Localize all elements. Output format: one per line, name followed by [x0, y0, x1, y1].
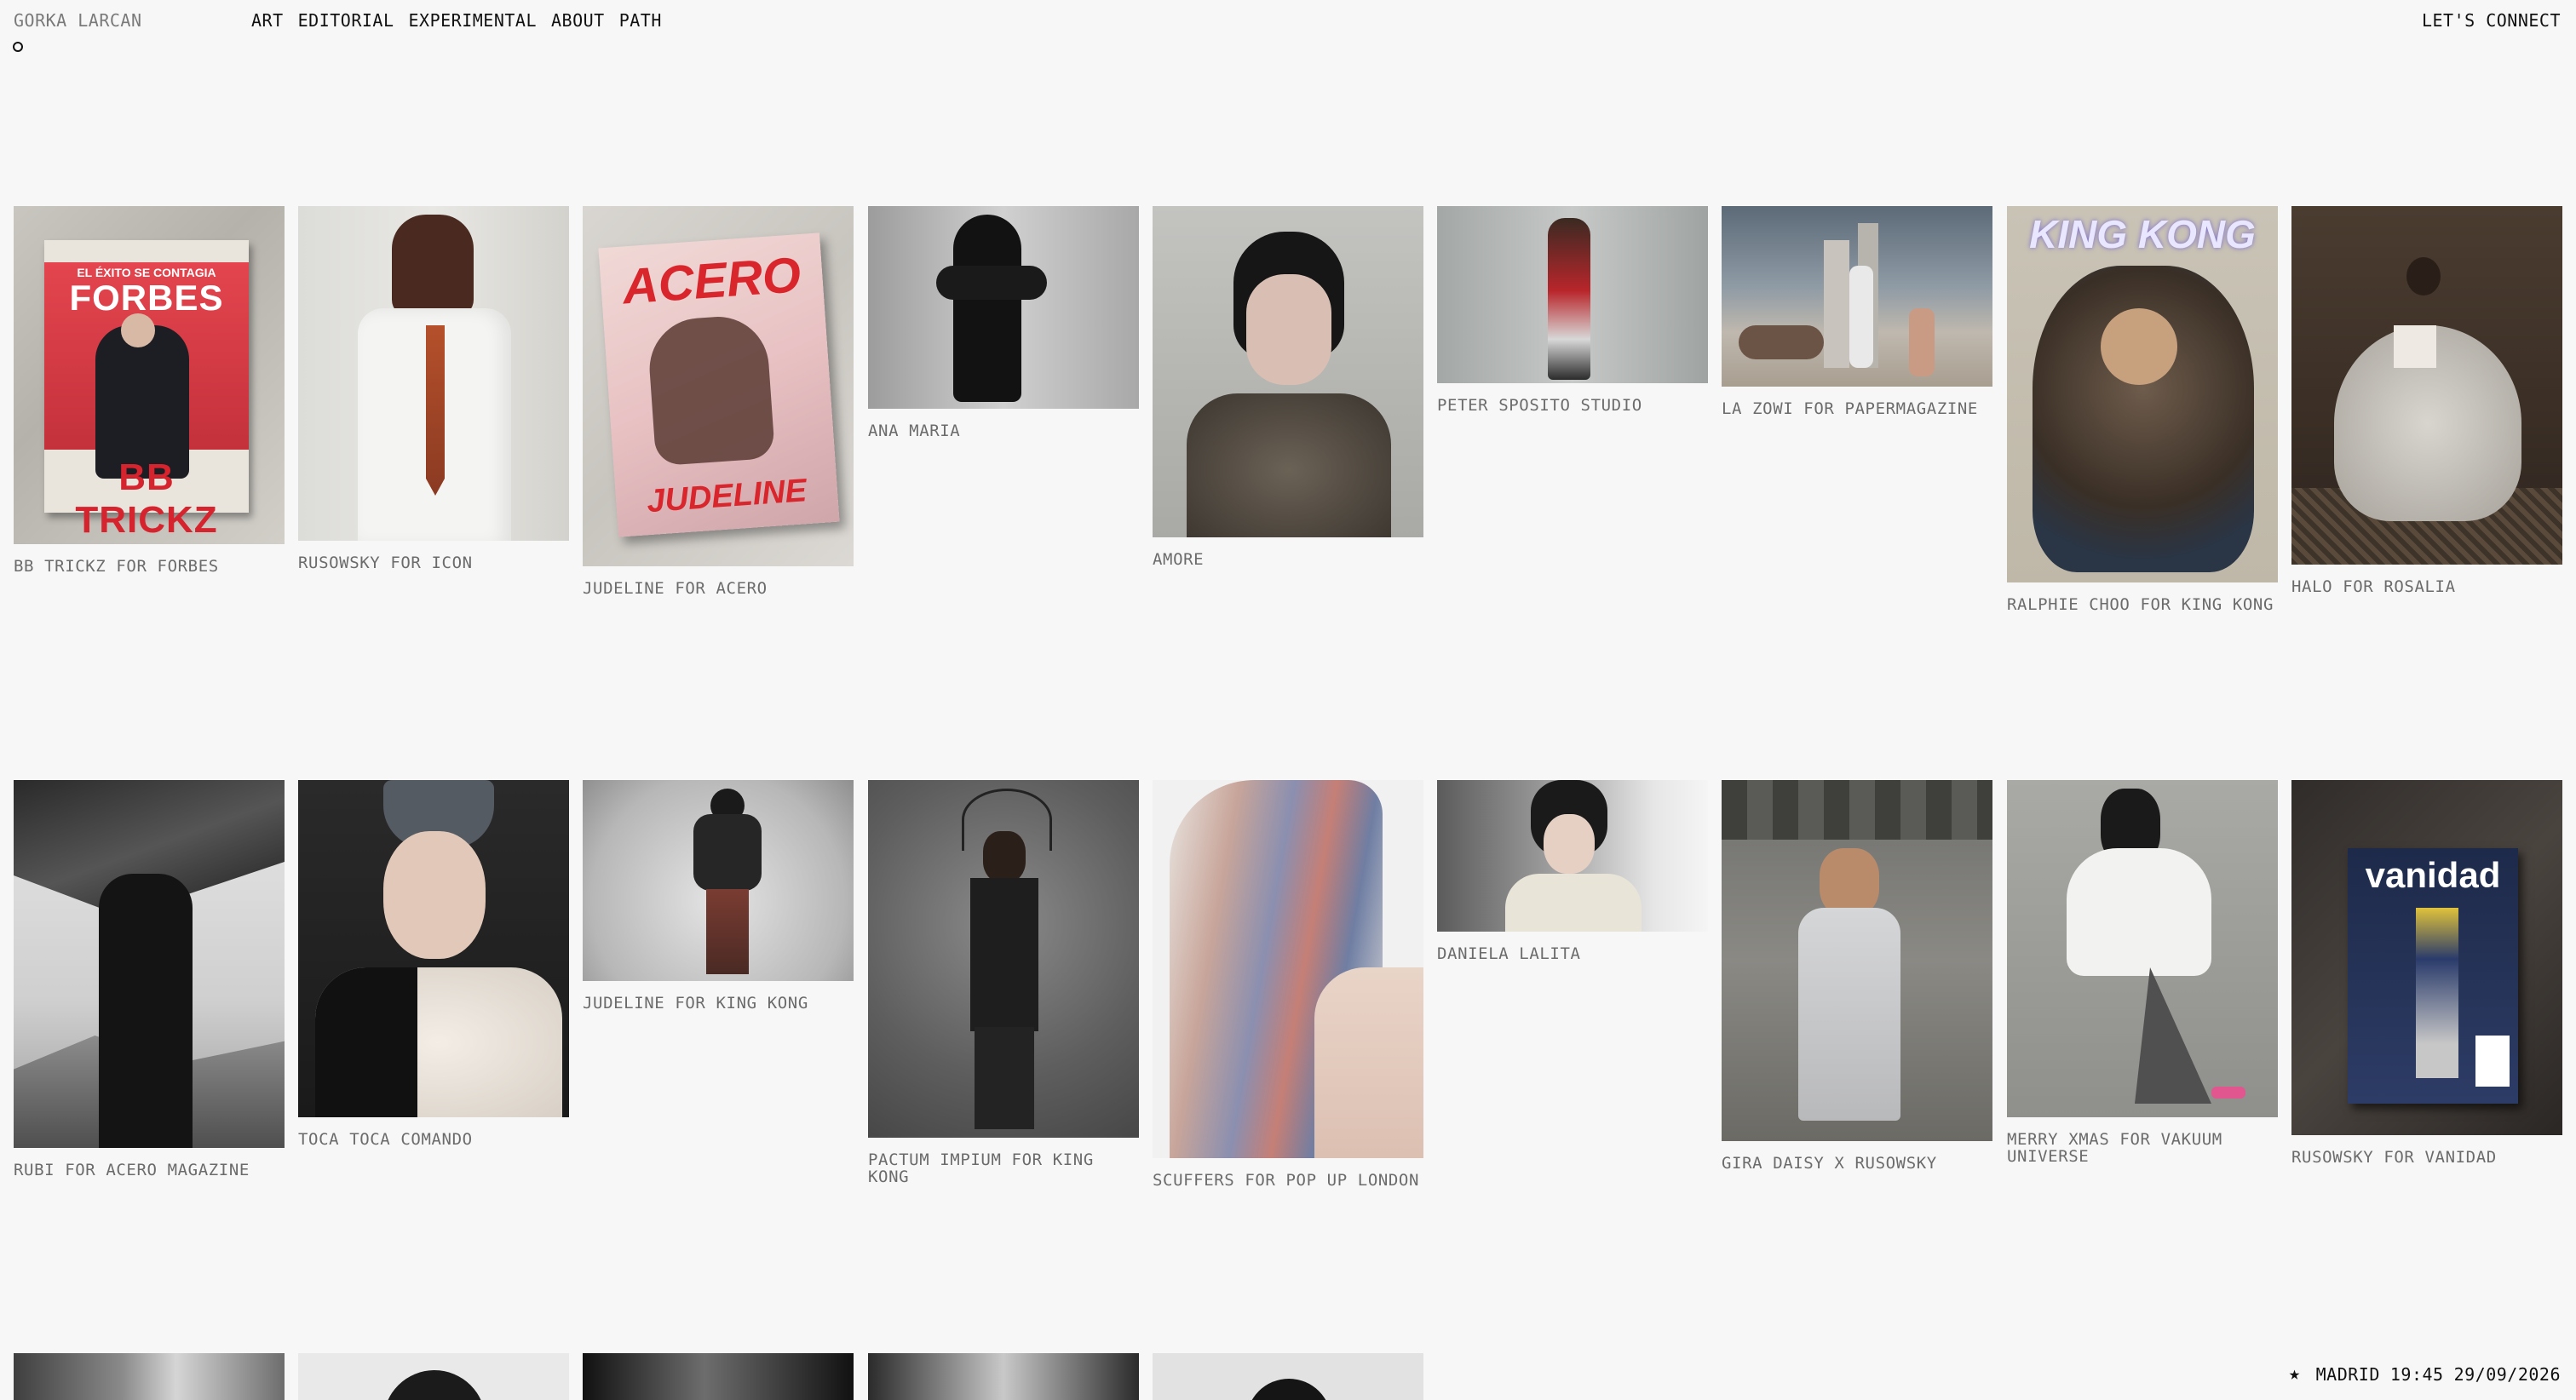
footer-date: 29/09/2026 — [2453, 1363, 2561, 1385]
project-image — [2007, 780, 2278, 1117]
project-caption: DANIELA LALITA — [1437, 944, 1581, 963]
project-caption: RUSOWSKY FOR VANIDAD — [2291, 1148, 2497, 1167]
project-card[interactable]: vanidad RUSOWSKY FOR VANIDAD — [2291, 780, 2562, 1166]
project-image — [1153, 206, 1423, 537]
project-caption: GIRA DAISY X RUSOWSKY — [1722, 1154, 1937, 1173]
project-caption: PACTUM IMPIUM FOR KING KONG — [868, 1150, 1094, 1186]
project-image — [868, 1353, 1139, 1400]
project-image — [14, 1353, 285, 1400]
project-caption: RUSOWSKY FOR ICON — [298, 554, 473, 572]
footer-time: 19:45 — [2389, 1363, 2444, 1385]
project-caption: HALO FOR ROSALIA — [2291, 577, 2456, 596]
cover-subtitle: JUDELINE — [645, 473, 808, 520]
project-caption: JUDELINE FOR ACERO — [583, 579, 768, 598]
project-image — [583, 780, 854, 981]
project-caption: TOCA TOCA COMANDO — [298, 1130, 473, 1149]
project-caption: BB TRICKZ FOR FORBES — [14, 557, 219, 576]
project-image — [868, 206, 1139, 409]
project-card[interactable]: EL ÉXITO SE CONTAGIA FORBES BB TRICKZ BB… — [14, 206, 285, 575]
project-card[interactable]: ANA MARIA — [868, 206, 1139, 439]
project-card[interactable]: PACTUM IMPIUM FOR KING KONG — [868, 780, 1139, 1185]
project-card[interactable]: ACERO JUDELINE JUDELINE FOR ACERO — [583, 206, 854, 597]
cover-subtitle: BB TRICKZ — [75, 456, 218, 541]
project-card[interactable]: HALO FOR ROSALIA — [2291, 206, 2562, 595]
project-card[interactable]: AMORE — [1153, 206, 1423, 568]
project-caption: RALPHIE CHOO FOR KING KONG — [2007, 595, 2274, 614]
project-image — [2291, 206, 2562, 565]
project-image: vanidad — [2291, 780, 2562, 1135]
project-caption: PETER SPOSITO STUDIO — [1437, 396, 1642, 415]
footer-status: ★ MADRID 19:45 29/09/2026 — [2289, 1363, 2561, 1385]
project-caption: RUBI FOR ACERO MAGAZINE — [14, 1161, 250, 1179]
project-card[interactable] — [298, 1353, 569, 1400]
project-caption: ANA MARIA — [868, 422, 961, 440]
project-image — [1437, 780, 1708, 932]
project-card[interactable] — [14, 1353, 285, 1400]
project-card[interactable]: GIRA DAISY X RUSOWSKY — [1722, 780, 1992, 1172]
project-image — [298, 780, 569, 1117]
project-caption: AMORE — [1153, 550, 1205, 569]
project-card[interactable]: PETER SPOSITO STUDIO — [1437, 206, 1708, 414]
cover-title: vanidad — [2365, 855, 2501, 895]
project-image — [1437, 206, 1708, 383]
project-card[interactable]: MERRY XMAS FOR VAKUUM UNIVERSE — [2007, 780, 2278, 1165]
project-card[interactable] — [583, 1353, 854, 1400]
project-image — [1722, 206, 1992, 387]
project-card[interactable] — [1153, 1353, 1423, 1400]
project-caption: SCUFFERS FOR POP UP LONDON — [1153, 1171, 1420, 1190]
project-card[interactable]: KING KONG RALPHIE CHOO FOR KING KONG — [2007, 206, 2278, 613]
project-card[interactable]: DANIELA LALITA — [1437, 780, 1708, 962]
project-card[interactable]: JUDELINE FOR KING KONG — [583, 780, 854, 1012]
project-image — [583, 1353, 854, 1400]
project-card[interactable]: TOCA TOCA COMANDO — [298, 780, 569, 1148]
project-image — [1153, 1353, 1423, 1400]
cover-title: FORBES — [69, 278, 224, 318]
project-image — [298, 206, 569, 541]
project-card[interactable]: LA ZOWI FOR PAPERMAGAZINE — [1722, 206, 1992, 417]
cover-title: KING KONG — [2029, 212, 2256, 256]
project-grid: EL ÉXITO SE CONTAGIA FORBES BB TRICKZ BB… — [0, 0, 2576, 1400]
project-image — [868, 780, 1139, 1138]
project-image: EL ÉXITO SE CONTAGIA FORBES BB TRICKZ — [14, 206, 285, 544]
project-card[interactable]: SCUFFERS FOR POP UP LONDON — [1153, 780, 1423, 1189]
project-card[interactable]: RUBI FOR ACERO MAGAZINE — [14, 780, 285, 1179]
project-image — [1153, 780, 1423, 1158]
project-image — [14, 780, 285, 1148]
star-icon: ★ — [2288, 1363, 2301, 1385]
project-caption: JUDELINE FOR KING KONG — [583, 994, 808, 1013]
project-image: ACERO JUDELINE — [583, 206, 854, 566]
project-caption: LA ZOWI FOR PAPERMAGAZINE — [1722, 399, 1978, 418]
footer-city: MADRID — [2315, 1363, 2380, 1385]
cover-title: ACERO — [620, 247, 803, 315]
portfolio-page: GORKA LARCAN ART EDITORIAL EXPERIMENTAL … — [0, 0, 2576, 1400]
project-image: KING KONG — [2007, 206, 2278, 582]
project-image — [298, 1353, 569, 1400]
project-card[interactable] — [868, 1353, 1139, 1400]
project-card[interactable]: RUSOWSKY FOR ICON — [298, 206, 569, 571]
project-image — [1722, 780, 1992, 1141]
project-caption: MERRY XMAS FOR VAKUUM UNIVERSE — [2007, 1130, 2222, 1166]
